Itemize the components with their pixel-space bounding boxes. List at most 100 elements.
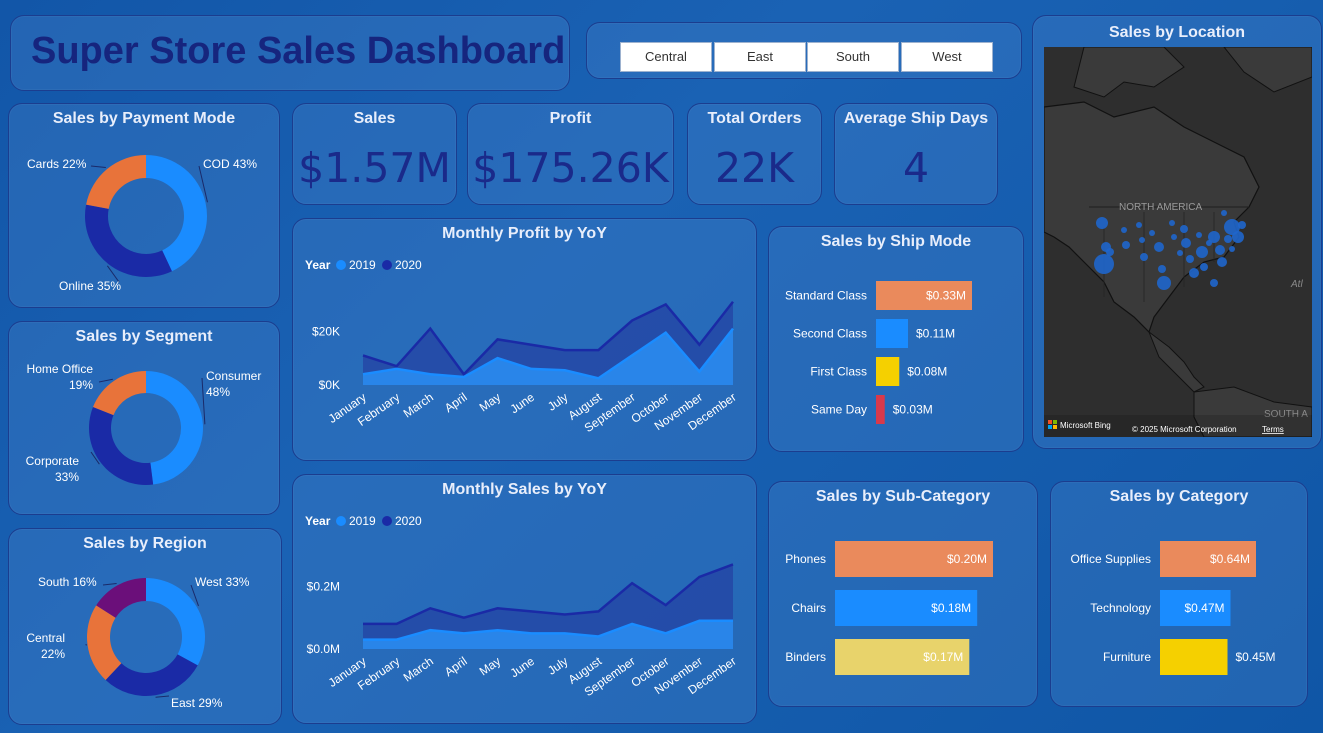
monthly-sales-chart[interactable]: Year 2019 2020$0.0M$0.2MJanuaryFebruaryMar…	[293, 475, 758, 725]
legend-marker	[336, 516, 346, 526]
bar-category-label: Chairs	[791, 601, 826, 615]
y-tick-label: $0.2M	[307, 579, 340, 593]
slicer-button-central[interactable]: Central	[620, 42, 712, 72]
y-tick-label: $0K	[319, 378, 340, 392]
bar-value-label: $0.18M	[931, 601, 971, 615]
bar-category-label: Phones	[785, 552, 826, 566]
donut-slice-home-office[interactable]	[93, 371, 146, 416]
kpi-sales-card: Sales $1.57M	[292, 103, 457, 205]
region-card: Sales by Region West 33% East 29% Central 2…	[8, 528, 282, 725]
map-copyright: © 2025 Microsoft Corporation	[1132, 425, 1237, 434]
donut-slice-corporate[interactable]	[89, 407, 154, 485]
map-bubble	[1217, 257, 1227, 267]
map-bubble	[1177, 250, 1183, 256]
sales-map[interactable]: NORTH AMERICA Atl SOUTH A Microsoft Bing…	[1044, 47, 1312, 437]
kpi-sales-label: Sales	[353, 110, 396, 127]
x-tick-label: May	[477, 390, 504, 414]
donut-slice-consumer[interactable]	[146, 371, 203, 485]
x-tick-label: June	[508, 654, 538, 681]
segment-chart[interactable]: Consumer 48% Corporate 33% Home Office 19%	[9, 322, 281, 516]
slicer-button-south[interactable]: South	[807, 42, 899, 72]
dashboard-title-card: Super Store Sales Dashboard	[10, 15, 570, 91]
bar-value-label: $0.20M	[947, 552, 987, 566]
kpi-orders-label: Total Orders	[707, 110, 802, 127]
map-bubble	[1238, 221, 1246, 229]
x-tick-label: May	[477, 654, 504, 678]
donut-slice-west[interactable]	[146, 578, 205, 666]
map-bubble	[1229, 246, 1235, 252]
map-title: Sales by Location	[1108, 24, 1246, 41]
slicer-button-west[interactable]: West	[901, 42, 993, 72]
bar-category-label: Binders	[785, 650, 826, 664]
kpi-profit-card: Profit $175.26K	[467, 103, 674, 205]
donut-slice-online[interactable]	[84, 204, 172, 277]
payment-mode-chart[interactable]: COD 43% Online 35% Cards 22%	[9, 104, 281, 309]
bar[interactable]	[1160, 639, 1228, 675]
map-bubble	[1196, 246, 1208, 258]
legend-label: 2019	[349, 258, 376, 272]
donut-label: East 29%	[171, 696, 223, 710]
kpi-profit-label: Profit	[549, 110, 592, 127]
region-chart[interactable]: West 33% East 29% Central 22% South 16%	[9, 529, 283, 726]
donut-leader-line	[201, 377, 206, 425]
map-bubble	[1186, 255, 1194, 263]
bar-category-label: Technology	[1090, 601, 1151, 615]
bar-category-label: Furniture	[1103, 650, 1151, 664]
map-bubble	[1181, 238, 1191, 248]
sales-by-location-card: Sales by Location NORTH AMERICA Atl SOUT…	[1032, 15, 1322, 449]
bar-value-label: $0.03M	[893, 403, 933, 417]
map-bubble	[1180, 225, 1188, 233]
donut-slice-cards[interactable]	[86, 155, 146, 209]
map-bubble	[1169, 220, 1175, 226]
kpi-ship-days-card: Average Ship Days 4	[834, 103, 998, 205]
donut-label: Central 22%	[26, 631, 65, 661]
map-bubble	[1208, 231, 1220, 243]
kpi-orders-value: 22K	[714, 144, 795, 192]
donut-label: South 16%	[38, 575, 97, 589]
map-bubble	[1096, 217, 1108, 229]
payment-mode-card: Sales by Payment Mode COD 43% Online 35% C…	[8, 103, 280, 308]
map-bubble	[1140, 253, 1148, 261]
map-bubble	[1121, 227, 1127, 233]
map-bubble	[1196, 232, 1202, 238]
slicer-button-east[interactable]: East	[714, 42, 806, 72]
legend-marker	[382, 516, 392, 526]
legend-label: 2020	[395, 514, 422, 528]
map-bubble	[1158, 265, 1166, 273]
donut-label: COD 43%	[203, 157, 257, 171]
donut-slice-east[interactable]	[105, 654, 198, 696]
donut-leader-line	[102, 583, 117, 586]
legend-marker	[336, 260, 346, 270]
monthly-sales-card: Monthly Sales by YoY Year 2019 2020 $0.0M $0…	[292, 474, 757, 724]
ship-mode-chart[interactable]: Standard Class $0.33M Second Class $0.11M Fi…	[769, 227, 1025, 453]
map-bubble	[1106, 248, 1114, 256]
map-atl-label: Atl	[1290, 279, 1303, 290]
kpi-orders-card: Total Orders 22K	[687, 103, 822, 205]
map-bubble	[1094, 254, 1114, 274]
map-bubble	[1221, 210, 1227, 216]
ship-mode-card: Sales by Ship Mode Standard Class $0.33M S…	[768, 226, 1024, 452]
subcategory-chart[interactable]: Phones $0.20M Chairs $0.18M Binders $0.17M	[769, 482, 1039, 708]
segment-card: Sales by Segment Consumer 48% Corporate 33%…	[8, 321, 280, 515]
kpi-ship-days-value: 4	[902, 144, 930, 192]
x-tick-label: April	[442, 654, 470, 679]
bar[interactable]	[876, 395, 885, 424]
donut-leader-line	[155, 695, 170, 698]
map-continent-label: NORTH AMERICA	[1119, 202, 1202, 213]
bar-category-label: First Class	[810, 365, 867, 379]
y-tick-label: $20K	[312, 324, 340, 338]
x-tick-label: March	[401, 390, 436, 421]
map-terms-link[interactable]: Terms	[1262, 425, 1284, 434]
map-bubble	[1215, 245, 1225, 255]
bar-category-label: Same Day	[811, 403, 867, 417]
donut-label: Corporate 33%	[26, 454, 80, 484]
map-bubble	[1210, 279, 1218, 287]
bar[interactable]	[876, 357, 900, 386]
monthly-profit-chart[interactable]: Year 2019 2020$0K$20KJanuaryFebruaryMarch A…	[293, 219, 758, 462]
map-svg: NORTH AMERICA Atl SOUTH A Microsoft Bing…	[1044, 47, 1312, 437]
map-bubble	[1157, 276, 1171, 290]
category-chart[interactable]: Office Supplies $0.64M Technology $0.47M Fur…	[1051, 482, 1309, 708]
bar[interactable]	[876, 319, 908, 348]
legend-title: Year	[305, 514, 331, 528]
map-bubble	[1149, 230, 1155, 236]
